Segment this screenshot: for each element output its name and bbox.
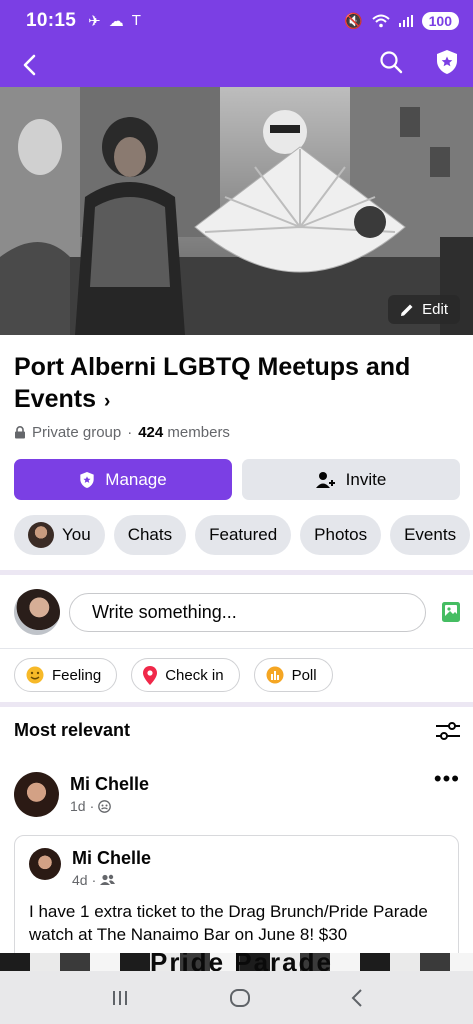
tesla-icon: T	[131, 12, 141, 29]
poll-label: Poll	[291, 666, 317, 684]
manage-label: Manage	[105, 469, 167, 489]
post-time[interactable]: 1d	[70, 798, 86, 814]
lock-icon	[15, 426, 25, 439]
admin-tools-button[interactable]	[435, 49, 459, 80]
shield-star-icon	[80, 471, 94, 488]
shared-post-author[interactable]: Mi Chelle	[72, 848, 151, 869]
wifi-icon	[371, 14, 390, 28]
section-divider	[0, 570, 473, 575]
members-link[interactable]: 424 members	[138, 424, 230, 441]
filter-sliders-icon[interactable]	[436, 721, 460, 741]
invite-label: Invite	[345, 469, 387, 489]
tab-photos[interactable]: Photos	[300, 515, 382, 555]
meta-separator: ·	[127, 424, 133, 441]
recent-apps-icon[interactable]	[110, 989, 130, 1007]
section-divider	[0, 702, 473, 707]
manage-button[interactable]: Manage	[14, 459, 232, 500]
system-icons: 🔇 100	[344, 12, 459, 30]
feeling-label: Feeling	[52, 666, 102, 684]
search-button[interactable]	[379, 50, 403, 79]
signal-icon	[398, 15, 413, 27]
post-header: Mi Chelle 1d · •••	[14, 768, 460, 820]
feeling-button[interactable]: Feeling	[14, 658, 118, 692]
poll-button[interactable]: Poll	[253, 658, 333, 692]
tab-label: Featured	[209, 525, 278, 544]
status-time: 10:15	[26, 10, 77, 31]
notification-icons: ✈ ☁ T	[88, 12, 141, 30]
post-meta: 1d ·	[70, 798, 149, 814]
avatar[interactable]	[14, 589, 60, 635]
feed-sort-label: Most relevant	[14, 720, 131, 740]
poll-icon	[266, 666, 284, 684]
composer-actions: Feeling Check in Poll	[14, 658, 333, 692]
shared-post-time[interactable]: 4d	[72, 872, 88, 888]
smile-icon	[26, 666, 44, 684]
meta-separator: ·	[91, 872, 97, 888]
avatar[interactable]	[29, 848, 61, 880]
battery-indicator: 100	[421, 12, 459, 30]
post-author[interactable]: Mi Chelle	[70, 774, 149, 795]
group-title[interactable]: Port Alberni LGBTQ Meetups and Events ›	[14, 351, 454, 418]
shared-post-text: I have 1 extra ticket to the Drag Brunch…	[29, 902, 428, 944]
back-nav-icon[interactable]	[350, 988, 364, 1008]
tab-label: Chats	[127, 525, 173, 544]
pencil-icon	[401, 304, 413, 316]
status-bar: 10:15 ✈ ☁ T 🔇 100	[0, 0, 473, 42]
location-pin-icon	[143, 665, 158, 685]
home-icon[interactable]	[229, 988, 251, 1008]
check-in-label: Check in	[165, 666, 224, 684]
feed-sort-row: Most relevant	[14, 720, 460, 741]
chevron-left-icon	[23, 54, 36, 75]
group-name: Port Alberni LGBTQ Meetups and Events	[14, 353, 411, 413]
post-author-info: Mi Chelle 1d ·	[70, 772, 149, 820]
tab-you[interactable]: You	[14, 515, 105, 555]
members-count: 424	[138, 424, 164, 441]
banner-text: Pride Parade	[150, 953, 333, 971]
photo-icon[interactable]	[442, 601, 460, 623]
tab-events[interactable]: Events	[390, 515, 471, 555]
tab-label: You	[62, 525, 91, 544]
notification-icon: ✈	[88, 13, 101, 30]
mute-icon: 🔇	[343, 13, 363, 30]
meta-separator: ·	[89, 798, 95, 814]
privacy-label: Private group	[32, 424, 122, 441]
shield-star-icon	[437, 50, 457, 74]
post-composer: Write something...	[14, 588, 460, 636]
composer-placeholder: Write something...	[92, 601, 237, 622]
tab-chats[interactable]: Chats	[113, 515, 187, 555]
avatar	[28, 522, 54, 548]
more-options-icon[interactable]: •••	[434, 768, 460, 820]
tab-label: Photos	[314, 525, 368, 544]
tab-featured[interactable]: Featured	[195, 515, 292, 555]
edit-cover-button[interactable]: Edit	[388, 295, 460, 324]
shared-post-header: Mi Chelle 4d ·	[15, 836, 458, 888]
invite-button[interactable]: Invite	[242, 459, 460, 500]
shared-post-meta: 4d ·	[72, 872, 151, 888]
app-bar	[0, 42, 473, 87]
avatar[interactable]	[14, 772, 59, 817]
members-label: members	[167, 424, 230, 441]
weather-icon: ☁	[108, 13, 124, 30]
write-something-input[interactable]: Write something...	[69, 592, 426, 632]
back-button[interactable]	[14, 50, 44, 80]
composer-divider	[0, 648, 473, 649]
post-image-preview[interactable]: Pride Parade	[0, 953, 473, 971]
search-icon	[380, 51, 403, 74]
shared-author-info: Mi Chelle 4d ·	[72, 848, 151, 888]
group-audience-icon	[98, 799, 112, 813]
tab-label: Events	[404, 525, 457, 544]
friends-icon	[100, 874, 116, 885]
primary-actions: Manage Invite	[14, 459, 460, 500]
group-tabs: You Chats Featured Photos Events	[14, 515, 473, 555]
chevron-right-icon: ›	[103, 391, 111, 412]
check-in-button[interactable]: Check in	[131, 658, 240, 692]
cover-photo[interactable]: Edit	[0, 87, 473, 335]
system-nav-bar	[0, 971, 473, 1024]
edit-label: Edit	[422, 301, 448, 318]
group-meta: Private group · 424 members	[14, 424, 230, 441]
add-person-icon	[315, 471, 335, 488]
